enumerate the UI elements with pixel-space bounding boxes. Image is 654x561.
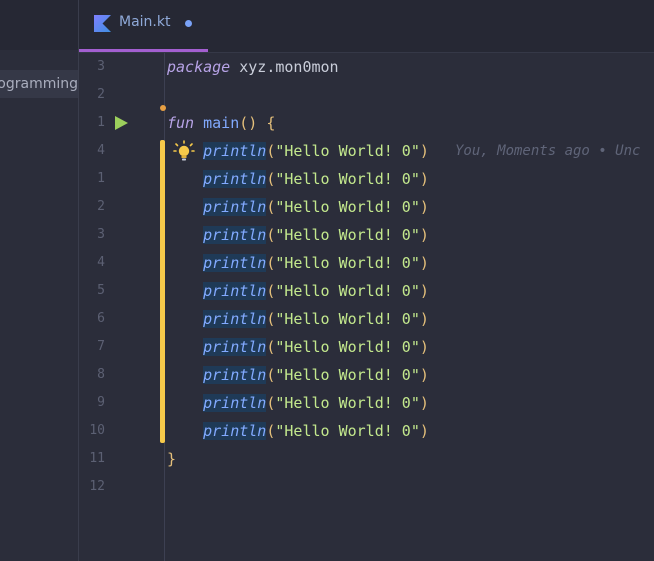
code-text: println("Hello World! 0") xyxy=(167,165,429,193)
git-blame-annotation: You, Moments ago • Unc xyxy=(455,143,641,159)
code-line[interactable]: 10 println("Hello World! 0") xyxy=(79,417,654,445)
call-token: println xyxy=(203,422,267,440)
string-token: "Hello World! 0" xyxy=(275,338,420,356)
call-token: println xyxy=(203,142,267,160)
editor-tab-bar: Main.kt xyxy=(79,0,654,53)
paren-token: ) xyxy=(419,310,429,328)
line-number: 3 xyxy=(97,59,105,74)
line-number: 11 xyxy=(89,451,105,466)
line-number: 2 xyxy=(97,87,105,102)
call-token: println xyxy=(203,394,267,412)
code-line[interactable]: 7 println("Hello World! 0") xyxy=(79,333,654,361)
code-line[interactable]: 9 println("Hello World! 0") xyxy=(79,389,654,417)
line-number: 3 xyxy=(97,227,105,242)
string-token: "Hello World! 0" xyxy=(275,366,420,384)
call-token: println xyxy=(203,198,267,216)
project-tree-item[interactable]: Programming xyxy=(0,70,78,98)
keyword-token: package xyxy=(167,58,231,76)
string-token: "Hello World! 0" xyxy=(275,170,420,188)
keyword-token: fun xyxy=(167,114,195,132)
string-token: "Hello World! 0" xyxy=(275,142,420,160)
code-text: println("Hello World! 0") xyxy=(167,277,429,305)
string-token: "Hello World! 0" xyxy=(275,226,420,244)
code-text: println("Hello World! 0") xyxy=(167,193,429,221)
paren-token: ) xyxy=(419,394,429,412)
function-name-token: main xyxy=(203,114,240,132)
paren-token: () xyxy=(239,114,258,132)
brace-token: { xyxy=(266,114,276,132)
code-line[interactable]: 3 package xyz.mon0mon xyxy=(79,53,654,81)
call-token: println xyxy=(203,338,267,356)
paren-token: ) xyxy=(419,282,429,300)
code-text: println("Hello World! 0") xyxy=(167,137,429,165)
paren-token: ) xyxy=(419,254,429,272)
paren-token: ) xyxy=(419,422,429,440)
paren-token: ) xyxy=(419,142,429,160)
line-number: 4 xyxy=(97,255,105,270)
line-number: 12 xyxy=(89,479,105,494)
line-number: 7 xyxy=(97,339,105,354)
code-line[interactable]: 12 xyxy=(79,473,654,501)
code-line[interactable]: 6 println("Hello World! 0") xyxy=(79,305,654,333)
line-number: 6 xyxy=(97,311,105,326)
code-text: println("Hello World! 0") xyxy=(167,221,429,249)
package-name-token: xyz.mon0mon xyxy=(239,58,339,76)
call-token: println xyxy=(203,366,267,384)
code-line[interactable]: 1 println("Hello World! 0") xyxy=(79,165,654,193)
project-panel: Programming xyxy=(0,0,79,561)
call-token: println xyxy=(203,310,267,328)
call-token: println xyxy=(203,170,267,188)
code-editor[interactable]: 3 package xyz.mon0mon 2 1 fun main() {4 prin… xyxy=(79,53,654,561)
paren-token: ) xyxy=(419,226,429,244)
paren-token: ) xyxy=(419,198,429,216)
code-line[interactable]: 2 println("Hello World! 0") xyxy=(79,193,654,221)
string-token: "Hello World! 0" xyxy=(275,198,420,216)
line-number: 9 xyxy=(97,395,105,410)
paren-token: ) xyxy=(419,366,429,384)
code-text: println("Hello World! 0") xyxy=(167,305,429,333)
tab-main-kt[interactable]: Main.kt xyxy=(79,0,208,52)
string-token: "Hello World! 0" xyxy=(275,282,420,300)
code-line[interactable]: 3 println("Hello World! 0") xyxy=(79,221,654,249)
call-token: println xyxy=(203,254,267,272)
brace-token: } xyxy=(167,450,177,468)
line-number: 2 xyxy=(97,199,105,214)
string-token: "Hello World! 0" xyxy=(275,310,420,328)
paren-token: ) xyxy=(419,338,429,356)
active-tab-underline xyxy=(79,49,208,52)
line-number: 1 xyxy=(97,115,105,130)
code-line[interactable]: 1 fun main() { xyxy=(79,109,654,137)
code-line[interactable]: 2 xyxy=(79,81,654,109)
string-token: "Hello World! 0" xyxy=(275,394,420,412)
kotlin-file-icon xyxy=(94,15,111,32)
code-text: println("Hello World! 0") xyxy=(167,417,429,445)
code-line[interactable]: 11} xyxy=(79,445,654,473)
code-text: println("Hello World! 0") xyxy=(167,249,429,277)
unsaved-indicator-icon xyxy=(185,20,192,27)
code-line[interactable]: 8 println("Hello World! 0") xyxy=(79,361,654,389)
code-text: println("Hello World! 0") xyxy=(167,389,429,417)
line-number: 5 xyxy=(97,283,105,298)
code-line[interactable]: 5 println("Hello World! 0") xyxy=(79,277,654,305)
line-number: 8 xyxy=(97,367,105,382)
code-text: println("Hello World! 0") xyxy=(167,333,429,361)
code-text: println("Hello World! 0") xyxy=(167,361,429,389)
paren-token: ) xyxy=(419,170,429,188)
call-token: println xyxy=(203,226,267,244)
tab-label: Main.kt xyxy=(119,14,171,30)
project-panel-header xyxy=(0,0,78,50)
line-number: 1 xyxy=(97,171,105,186)
code-text: fun main() { xyxy=(167,109,275,137)
line-number: 10 xyxy=(89,423,105,438)
line-number: 4 xyxy=(97,143,105,158)
project-tree-item-label: Programming xyxy=(0,76,78,92)
code-text: } xyxy=(167,445,176,473)
string-token: "Hello World! 0" xyxy=(275,422,420,440)
code-line[interactable]: 4 println("Hello World! 0") xyxy=(79,249,654,277)
call-token: println xyxy=(203,282,267,300)
string-token: "Hello World! 0" xyxy=(275,254,420,272)
code-text: package xyz.mon0mon xyxy=(167,53,339,81)
ide-window: Programming Main.kt xyxy=(0,0,654,561)
